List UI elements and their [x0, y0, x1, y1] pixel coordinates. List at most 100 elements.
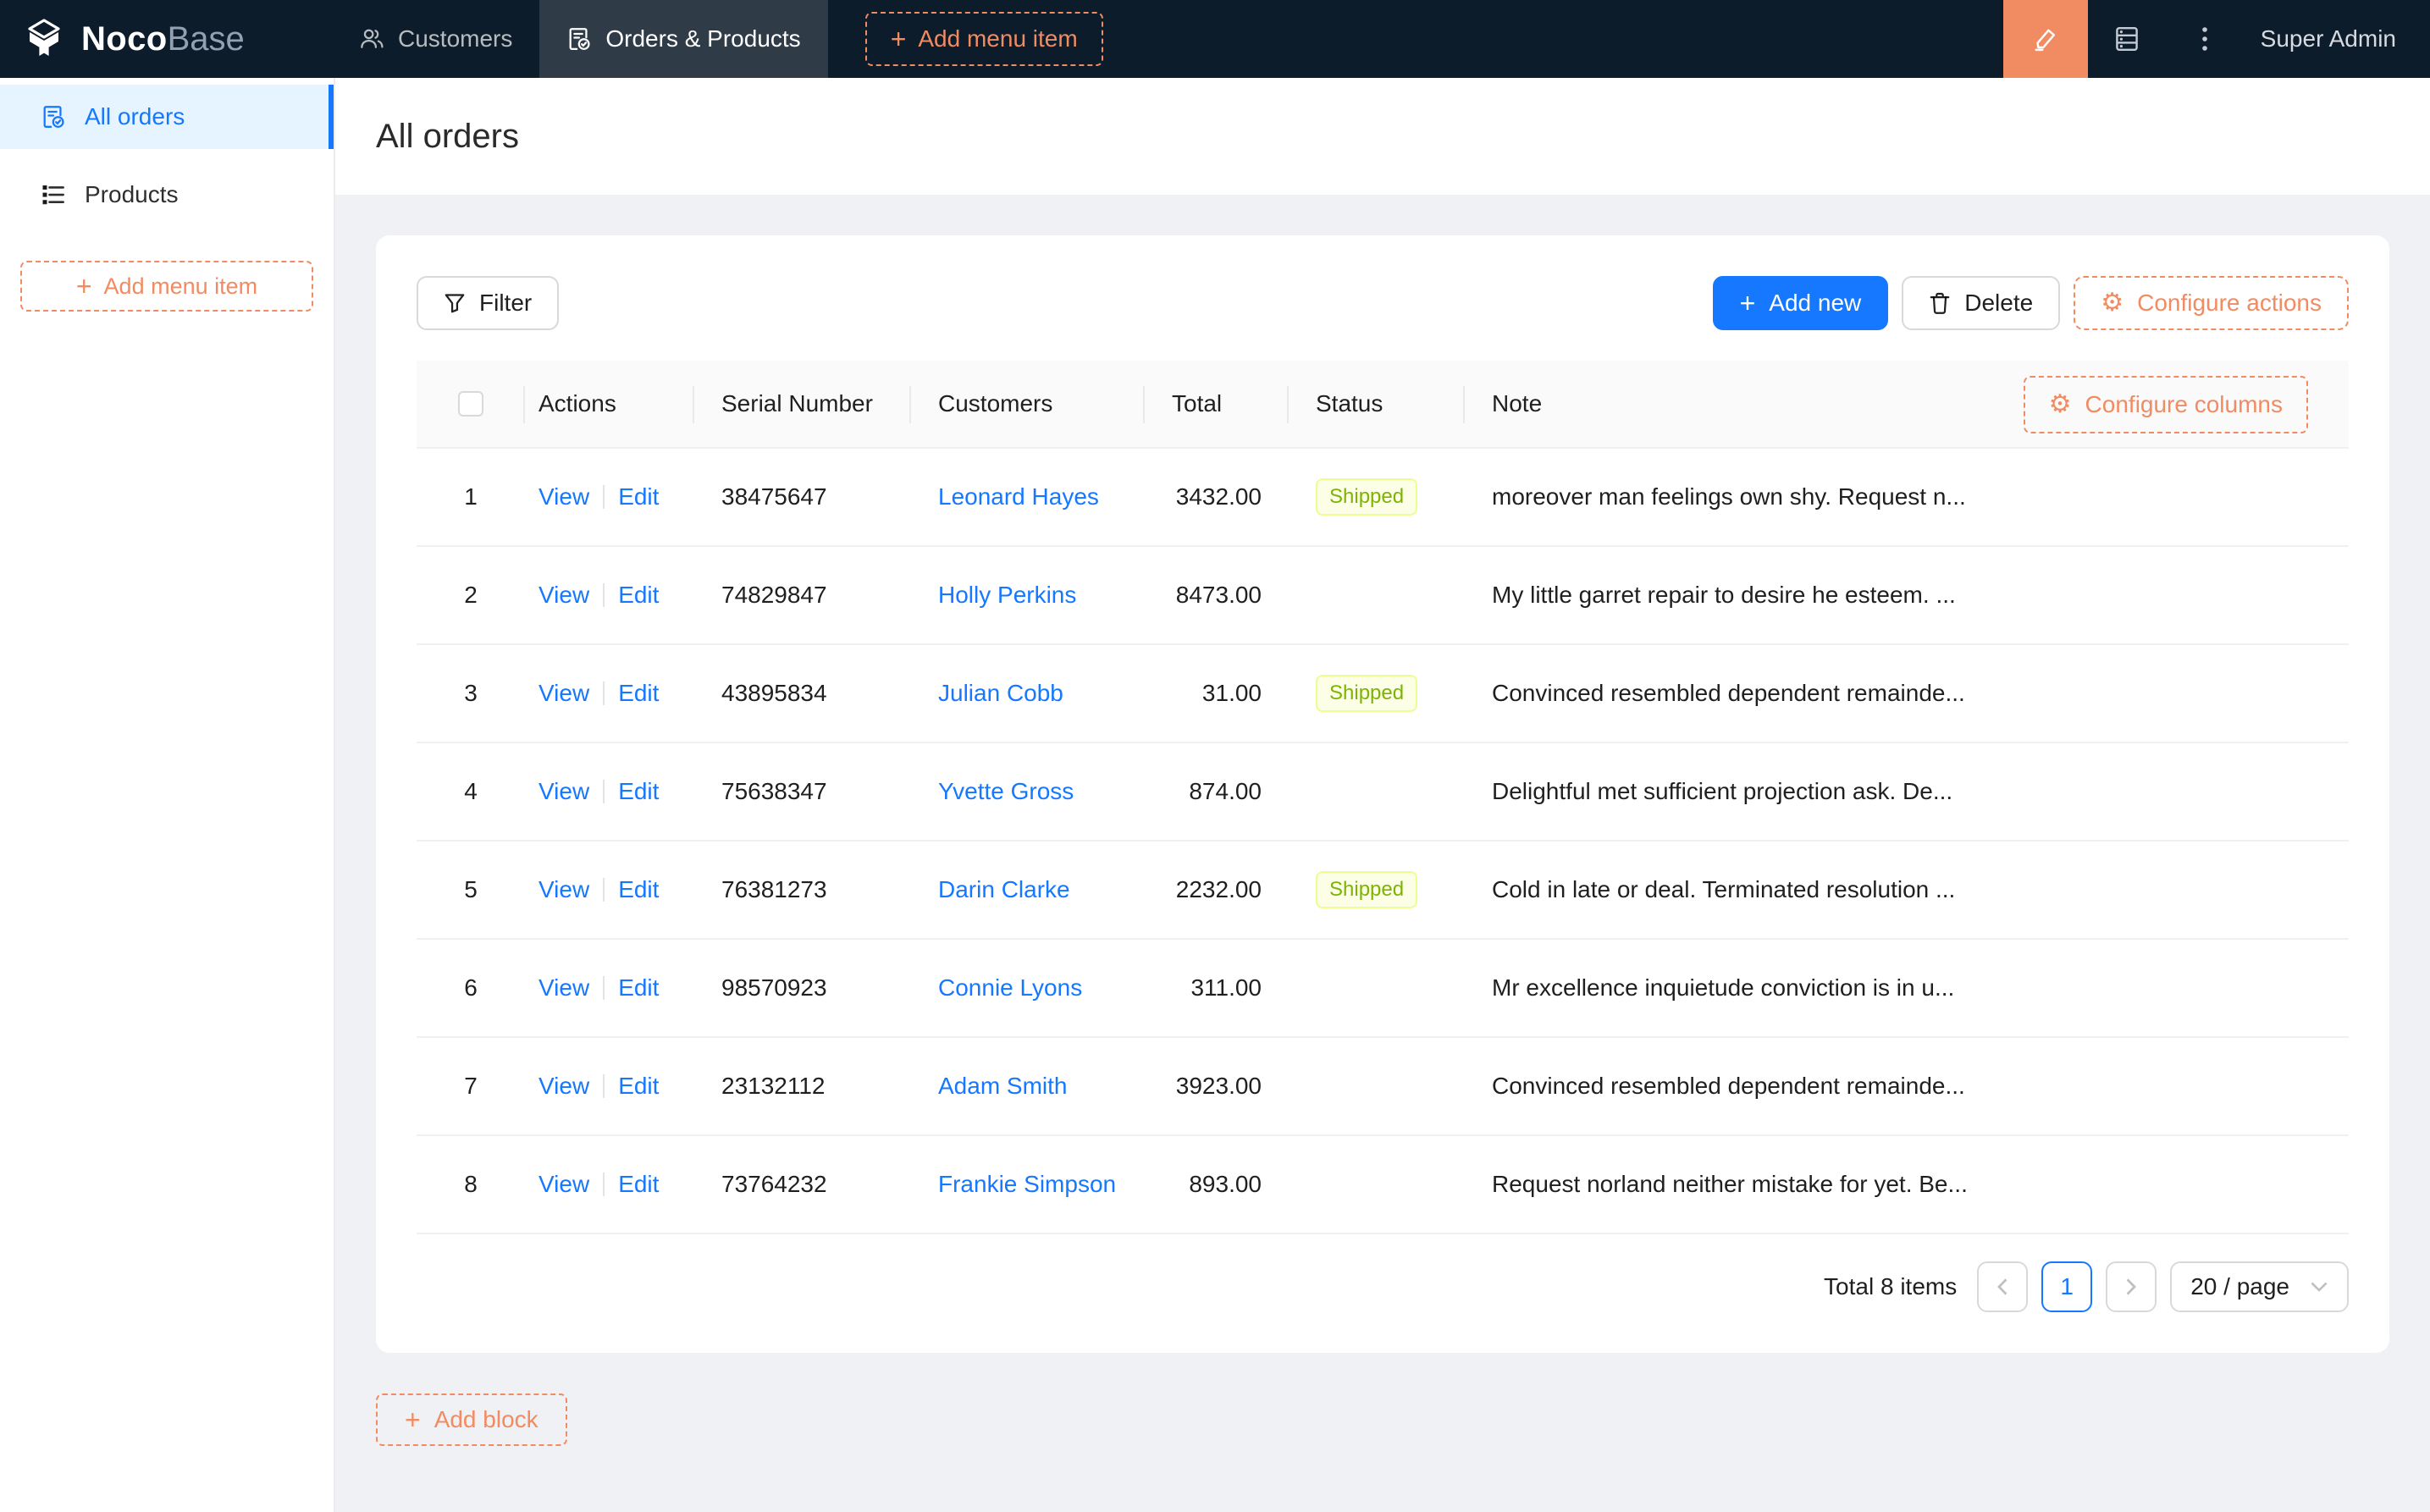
collections-manager-button[interactable]	[2088, 0, 2166, 78]
column-header-status: Status	[1289, 361, 1465, 447]
nav-item-orders-products[interactable]: Orders & Products	[539, 0, 828, 78]
file-check-icon	[41, 104, 66, 130]
divider	[603, 976, 605, 1000]
column-header-actions: Actions	[525, 361, 694, 447]
row-index: 8	[464, 1171, 478, 1197]
nav-item-label: Orders & Products	[605, 25, 801, 52]
page-size-value: 20 / page	[2190, 1273, 2289, 1300]
row-index: 3	[464, 680, 478, 706]
nocobase-logo[interactable]: NocoBase	[0, 0, 332, 78]
sidebar: All orders Products + Add menu item	[0, 78, 335, 1512]
serial-number: 76381273	[721, 876, 827, 902]
serial-number: 75638347	[721, 778, 827, 804]
status-tag: Shipped	[1316, 675, 1418, 712]
customer-link[interactable]: Julian Cobb	[938, 680, 1063, 707]
customer-link[interactable]: Frankie Simpson	[938, 1171, 1116, 1198]
nocobase-logo-icon	[22, 17, 66, 61]
table-row: 4 View Edit 75638347 Yvette Gross 874.00 …	[417, 743, 2349, 842]
column-header-label: Actions	[538, 390, 616, 417]
edit-link[interactable]: Edit	[618, 778, 659, 805]
nav-item-customers[interactable]: Customers	[332, 0, 539, 78]
total-value: 3923.00	[1175, 1073, 1262, 1099]
view-link[interactable]: View	[538, 974, 589, 1002]
divider	[603, 485, 605, 509]
delete-button[interactable]: Delete	[1902, 276, 2061, 330]
customer-link[interactable]: Yvette Gross	[938, 778, 1074, 805]
row-index: 6	[464, 974, 478, 1001]
select-all-cell	[417, 361, 525, 447]
plus-icon: +	[890, 24, 907, 54]
customer-link[interactable]: Holly Perkins	[938, 582, 1076, 609]
edit-link[interactable]: Edit	[618, 1171, 659, 1198]
nav-add-menu-item-button[interactable]: + Add menu item	[864, 12, 1103, 66]
ui-editor-button[interactable]	[2002, 0, 2088, 78]
unordered-list-icon	[41, 182, 66, 207]
edit-link[interactable]: Edit	[618, 876, 659, 903]
select-all-checkbox[interactable]	[458, 391, 483, 417]
page-size-select[interactable]: 20 / page	[2170, 1261, 2349, 1312]
serial-number: 74829847	[721, 582, 827, 608]
add-new-button[interactable]: + Add new	[1712, 276, 1889, 330]
edit-link[interactable]: Edit	[618, 582, 659, 609]
plus-icon: +	[405, 1404, 421, 1435]
customer-link[interactable]: Leonard Hayes	[938, 483, 1099, 510]
sidebar-item-all-orders[interactable]: All orders	[0, 85, 334, 149]
page-title: All orders	[376, 117, 519, 155]
pagination-total: Total 8 items	[1824, 1273, 1958, 1300]
filter-button[interactable]: Filter	[417, 276, 560, 330]
user-name: Super Admin	[2260, 25, 2396, 52]
edit-link[interactable]: Edit	[618, 483, 659, 510]
table-row: 6 View Edit 98570923 Connie Lyons 311.00 …	[417, 940, 2349, 1038]
column-header-label: Note	[1492, 390, 1543, 417]
view-link[interactable]: View	[538, 876, 589, 903]
edit-link[interactable]: Edit	[618, 974, 659, 1002]
customer-link[interactable]: Darin Clarke	[938, 876, 1070, 903]
note-text: Convinced resembled dependent remainde..…	[1492, 1073, 1965, 1099]
row-index: 5	[464, 876, 478, 902]
view-link[interactable]: View	[538, 483, 589, 510]
sidebar-add-menu-item-button[interactable]: + Add menu item	[20, 261, 313, 312]
add-block-button[interactable]: + Add block	[376, 1393, 567, 1446]
filter-icon	[444, 292, 466, 314]
view-link[interactable]: View	[538, 778, 589, 805]
top-navbar: NocoBase Customers Orders & Products + A…	[0, 0, 2430, 78]
file-check-icon	[566, 26, 592, 52]
table-row: 3 View Edit 43895834 Julian Cobb 31.00 Sh…	[417, 645, 2349, 743]
divider	[603, 780, 605, 803]
configure-columns-label: Configure columns	[2085, 391, 2283, 417]
user-menu[interactable]: Super Admin	[2244, 0, 2430, 78]
gear-icon: ⚙	[2101, 288, 2124, 317]
note-text: Delightful met sufficient projection ask…	[1492, 778, 1953, 804]
more-menu-button[interactable]	[2166, 0, 2244, 78]
configure-actions-button[interactable]: ⚙ Configure actions	[2074, 276, 2349, 330]
pagination-prev-button[interactable]	[1977, 1261, 2029, 1312]
customer-link[interactable]: Connie Lyons	[938, 974, 1082, 1002]
view-link[interactable]: View	[538, 1073, 589, 1100]
add-block-label: Add block	[434, 1406, 538, 1432]
table-row: 1 View Edit 38475647 Leonard Hayes 3432.0…	[417, 449, 2349, 547]
chevron-down-icon	[2310, 1280, 2328, 1294]
edit-link[interactable]: Edit	[618, 680, 659, 707]
view-link[interactable]: View	[538, 582, 589, 609]
view-link[interactable]: View	[538, 680, 589, 707]
serial-number: 73764232	[721, 1171, 827, 1197]
delete-label: Delete	[1964, 290, 2034, 316]
total-value: 2232.00	[1175, 876, 1262, 902]
filter-label: Filter	[479, 290, 533, 316]
note-text: Cold in late or deal. Terminated resolut…	[1492, 876, 1956, 902]
pagination: Total 8 items 1 20 / page	[417, 1261, 2349, 1312]
total-value: 3432.00	[1175, 483, 1262, 510]
view-link[interactable]: View	[538, 1171, 589, 1198]
sidebar-item-products[interactable]: Products	[0, 163, 334, 227]
plus-icon: +	[75, 271, 92, 301]
pagination-page-1[interactable]: 1	[2041, 1261, 2093, 1312]
pagination-next-button[interactable]	[2106, 1261, 2157, 1312]
divider	[603, 583, 605, 607]
edit-link[interactable]: Edit	[618, 1073, 659, 1100]
total-value: 893.00	[1189, 1171, 1262, 1197]
chevron-left-icon	[1996, 1277, 2009, 1296]
column-header-serial-number: Serial Number	[694, 361, 911, 447]
customer-link[interactable]: Adam Smith	[938, 1073, 1068, 1100]
configure-columns-button[interactable]: ⚙ Configure columns	[2023, 376, 2308, 433]
